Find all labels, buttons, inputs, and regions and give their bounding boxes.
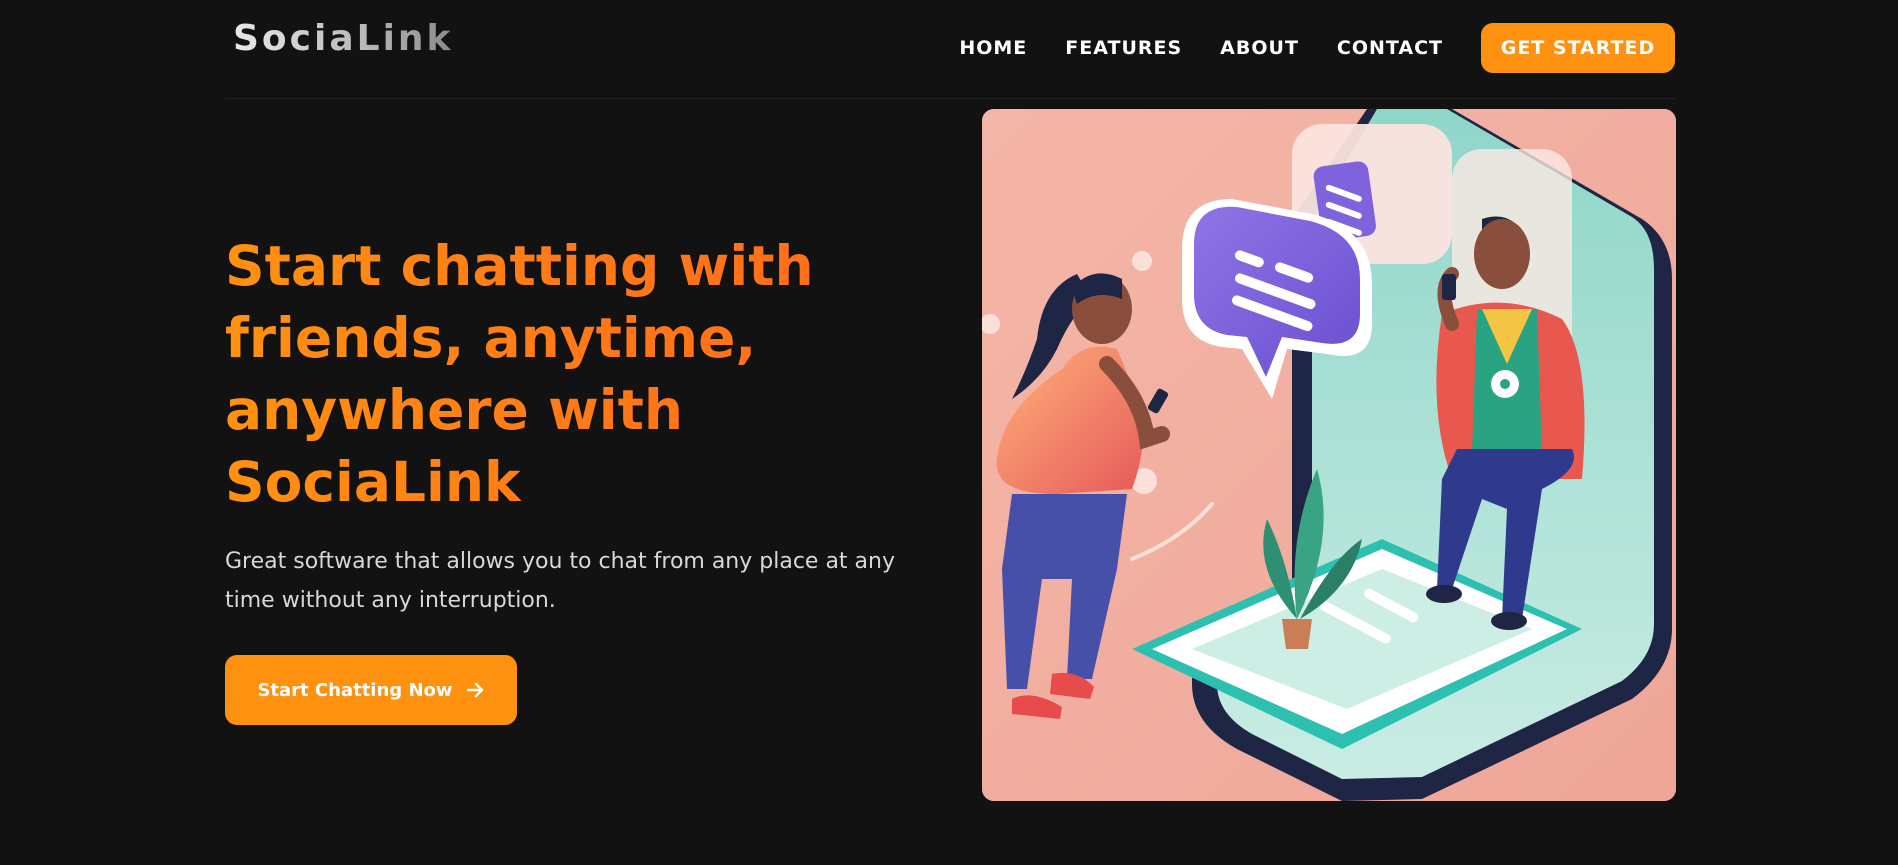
nav-link-home[interactable]: HOME — [959, 37, 1027, 59]
main-nav: HOME FEATURES ABOUT CONTACT GET STARTED — [959, 23, 1675, 73]
hero-illustration — [982, 109, 1676, 801]
brand-logo[interactable]: SociaLink — [233, 18, 453, 59]
site-header: SociaLink HOME FEATURES ABOUT CONTACT GE… — [225, 0, 1675, 99]
nav-link-features[interactable]: FEATURES — [1065, 37, 1182, 59]
arrow-right-icon — [466, 682, 483, 698]
get-started-button[interactable]: GET STARTED — [1481, 23, 1675, 73]
start-chatting-button-label: Start Chatting Now — [257, 679, 453, 701]
page-container: SociaLink HOME FEATURES ABOUT CONTACT GE… — [225, 0, 1676, 801]
nav-link-about[interactable]: ABOUT — [1220, 37, 1299, 59]
hero-title: Start chatting with friends, anytime, an… — [225, 230, 905, 518]
hero-subtitle: Great software that allows you to chat f… — [225, 549, 895, 613]
start-chatting-button[interactable]: Start Chatting Now — [225, 655, 517, 725]
nav-link-contact[interactable]: CONTACT — [1337, 37, 1443, 59]
